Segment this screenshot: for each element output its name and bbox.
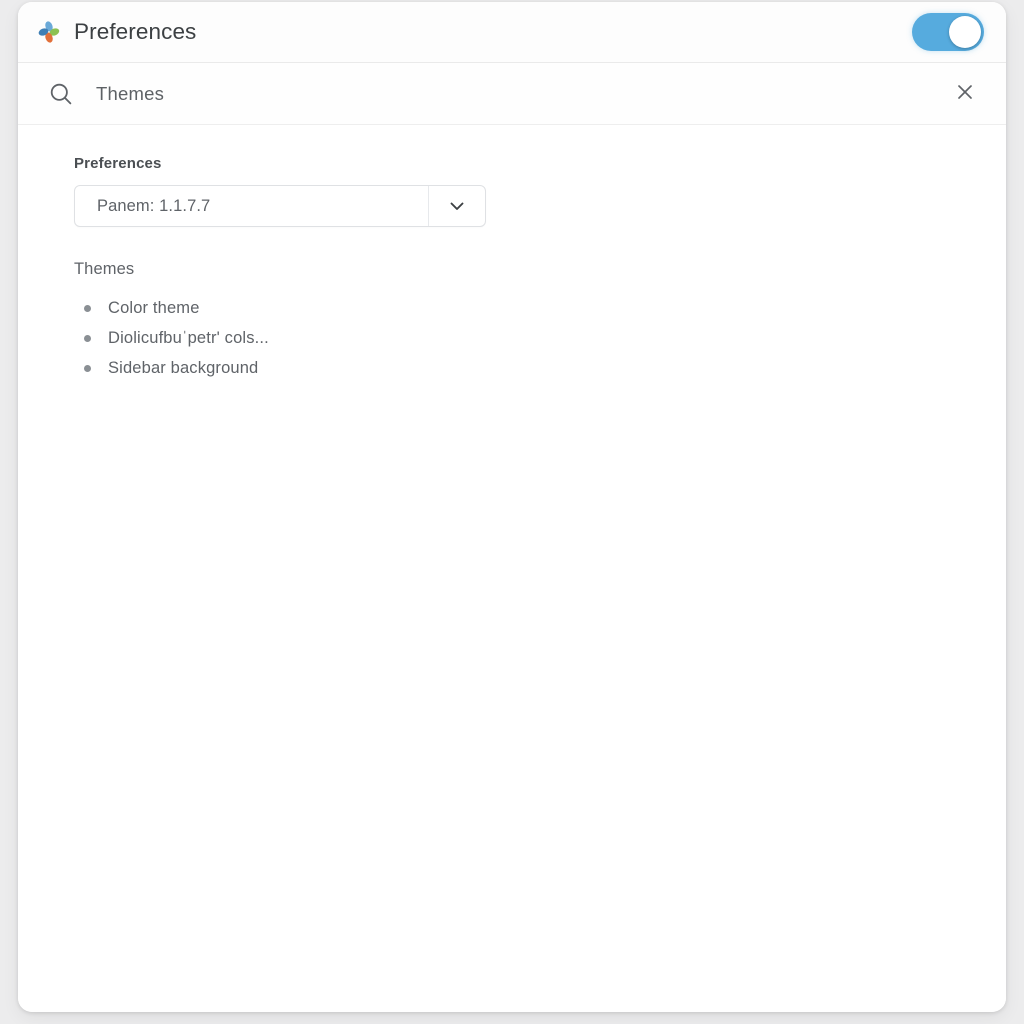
list-item-label: Sidebar background: [108, 358, 259, 377]
themes-list: Color theme Diolicufbuˈpetr' cols... Sid…: [74, 293, 1006, 383]
close-icon: [954, 81, 976, 106]
page-title: Preferences: [74, 19, 197, 44]
list-item[interactable]: Sidebar background: [84, 353, 1006, 383]
bullet-icon: [84, 334, 91, 342]
preferences-dropdown-value: Panem: 1.1.7.7: [97, 196, 211, 215]
toggle-knob: [949, 16, 981, 48]
search-bar: [18, 63, 1006, 125]
bullet-icon: [84, 364, 91, 372]
list-item[interactable]: Color theme: [84, 293, 1006, 323]
search-input[interactable]: [96, 82, 950, 105]
bullet-icon: [84, 304, 91, 312]
preferences-dropdown[interactable]: Panem: 1.1.7.7: [74, 185, 486, 227]
preferences-section-heading: Preferences: [74, 155, 162, 172]
chevron-down-icon[interactable]: [428, 186, 485, 226]
pinwheel-logo-icon: [36, 19, 62, 45]
search-icon: [48, 81, 74, 107]
list-item-label: Color theme: [108, 298, 200, 317]
preferences-window: Preferences Preferences P: [18, 2, 1006, 1012]
list-item[interactable]: Diolicufbuˈpetr' cols...: [84, 323, 1006, 353]
settings-content: Preferences Panem: 1.1.7.7 Themes Color …: [18, 125, 1006, 1012]
preferences-toggle[interactable]: [912, 13, 984, 51]
themes-section-heading: Themes: [74, 260, 135, 278]
list-item-label: Diolicufbuˈpetr' cols...: [108, 328, 269, 347]
title-bar: Preferences: [18, 2, 1006, 63]
search-clear-button[interactable]: [950, 79, 980, 109]
